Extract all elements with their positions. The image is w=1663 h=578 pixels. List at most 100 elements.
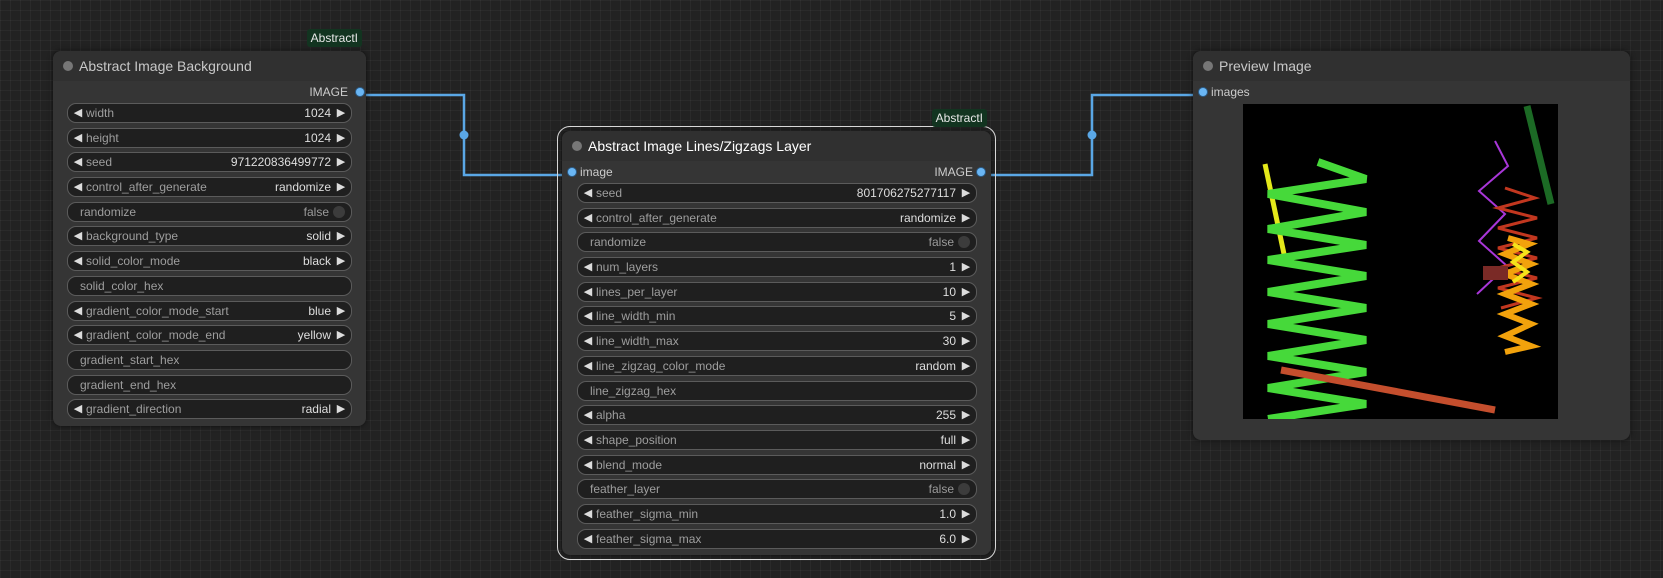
increment-arrow-icon[interactable]: ▶ [334, 227, 348, 245]
widget-label: lines_per_layer [596, 284, 678, 299]
widget-solid-color-mode[interactable]: ◀ solid_color_mode black ▶ [67, 251, 352, 272]
increment-arrow-icon[interactable]: ▶ [959, 332, 973, 350]
widget-label: feather_sigma_min [596, 506, 699, 521]
widget-seed[interactable]: ◀ seed 971220836499772 ▶ [67, 152, 352, 173]
increment-arrow-icon[interactable]: ▶ [959, 505, 973, 523]
collapse-dot-icon[interactable] [1203, 61, 1213, 71]
widget-line-zigzag-color-mode[interactable]: ◀ line_zigzag_color_mode random ▶ [577, 355, 977, 376]
decrement-arrow-icon[interactable]: ◀ [71, 153, 85, 171]
decrement-arrow-icon[interactable]: ◀ [581, 307, 595, 325]
increment-arrow-icon[interactable]: ▶ [334, 400, 348, 418]
increment-arrow-icon[interactable]: ▶ [334, 252, 348, 270]
collapse-dot-icon[interactable] [572, 141, 582, 151]
increment-arrow-icon[interactable]: ▶ [959, 209, 973, 227]
widget-num-layers[interactable]: ◀ num_layers 1 ▶ [577, 257, 977, 278]
decrement-arrow-icon[interactable]: ◀ [71, 326, 85, 344]
widget-gradient-color-mode-end[interactable]: ◀ gradient_color_mode_end yellow ▶ [67, 325, 352, 346]
widget-control-after-generate[interactable]: ◀ control_after_generate randomize ▶ [577, 207, 977, 228]
preview-image[interactable] [1243, 104, 1558, 423]
widget-label: gradient_direction [86, 402, 182, 417]
widget-randomize[interactable]: randomize false [67, 201, 352, 222]
decrement-arrow-icon[interactable]: ◀ [581, 431, 595, 449]
decrement-arrow-icon[interactable]: ◀ [581, 530, 595, 548]
toggle-knob-icon[interactable] [958, 483, 970, 496]
increment-arrow-icon[interactable]: ▶ [334, 153, 348, 171]
node-header[interactable]: Abstract Image Lines/Zigzags Layer [562, 131, 991, 161]
increment-arrow-icon[interactable]: ▶ [959, 530, 973, 548]
widget-control-after-generate[interactable]: ◀ control_after_generate randomize ▶ [67, 177, 352, 198]
decrement-arrow-icon[interactable]: ◀ [581, 456, 595, 474]
decrement-arrow-icon[interactable]: ◀ [71, 227, 85, 245]
decrement-arrow-icon[interactable]: ◀ [581, 332, 595, 350]
widget-solid-color-hex[interactable]: solid_color_hex [67, 275, 352, 296]
decrement-arrow-icon[interactable]: ◀ [581, 258, 595, 276]
decrement-arrow-icon[interactable]: ◀ [581, 406, 595, 424]
increment-arrow-icon[interactable]: ▶ [334, 302, 348, 320]
increment-arrow-icon[interactable]: ▶ [959, 184, 973, 202]
link-midpoint[interactable] [459, 130, 469, 140]
widget-label: line_width_max [596, 334, 679, 349]
widget-height[interactable]: ◀ height 1024 ▶ [67, 127, 352, 148]
node-header[interactable]: Preview Image [1193, 51, 1630, 81]
decrement-arrow-icon[interactable]: ◀ [71, 400, 85, 418]
output-slot-icon[interactable] [356, 88, 364, 96]
decrement-arrow-icon[interactable]: ◀ [71, 104, 85, 122]
increment-arrow-icon[interactable]: ▶ [959, 456, 973, 474]
decrement-arrow-icon[interactable]: ◀ [71, 252, 85, 270]
decrement-arrow-icon[interactable]: ◀ [71, 302, 85, 320]
decrement-arrow-icon[interactable]: ◀ [71, 129, 85, 147]
widget-label: feather_layer [590, 482, 661, 497]
decrement-arrow-icon[interactable]: ◀ [581, 184, 595, 202]
widget-label: solid_color_mode [86, 254, 181, 269]
widget-gradient-start-hex[interactable]: gradient_start_hex [67, 349, 352, 370]
decrement-arrow-icon[interactable]: ◀ [71, 178, 85, 196]
increment-arrow-icon[interactable]: ▶ [334, 326, 348, 344]
widget-value: 971220836499772 [230, 155, 331, 170]
increment-arrow-icon[interactable]: ▶ [959, 258, 973, 276]
increment-arrow-icon[interactable]: ▶ [959, 357, 973, 375]
widget-width[interactable]: ◀ width 1024 ▶ [67, 103, 352, 123]
generated-abstract-image [1262, 105, 1555, 423]
widget-feather-sigma-min[interactable]: ◀ feather_sigma_min 1.0 ▶ [577, 503, 977, 524]
widget-blend-mode[interactable]: ◀ blend_mode normal ▶ [577, 454, 977, 475]
widget-seed[interactable]: ◀ seed 801706275277117 ▶ [577, 183, 977, 203]
widget-feather-sigma-max[interactable]: ◀ feather_sigma_max 6.0 ▶ [577, 528, 977, 549]
increment-arrow-icon[interactable]: ▶ [959, 406, 973, 424]
widget-gradient-end-hex[interactable]: gradient_end_hex [67, 374, 352, 395]
decrement-arrow-icon[interactable]: ◀ [581, 505, 595, 523]
widget-line-width-max[interactable]: ◀ line_width_max 30 ▶ [577, 331, 977, 352]
decrement-arrow-icon[interactable]: ◀ [581, 209, 595, 227]
node-preview-image[interactable]: Preview Image images [1193, 51, 1630, 440]
widget-label: gradient_color_mode_start [86, 303, 229, 318]
widget-gradient-color-mode-start[interactable]: ◀ gradient_color_mode_start blue ▶ [67, 300, 352, 321]
input-slot-icon[interactable] [1199, 88, 1207, 96]
decrement-arrow-icon[interactable]: ◀ [581, 283, 595, 301]
widget-label: blend_mode [596, 457, 663, 472]
increment-arrow-icon[interactable]: ▶ [334, 129, 348, 147]
widget-lines-per-layer[interactable]: ◀ lines_per_layer 10 ▶ [577, 281, 977, 302]
widget-line-width-min[interactable]: ◀ line_width_min 5 ▶ [577, 306, 977, 327]
collapse-dot-icon[interactable] [63, 61, 73, 71]
widget-alpha[interactable]: ◀ alpha 255 ▶ [577, 405, 977, 426]
widget-shape-position[interactable]: ◀ shape_position full ▶ [577, 429, 977, 450]
widget-feather-layer[interactable]: feather_layer false [577, 479, 977, 500]
node-abstract-image-lines-zigzags-layer[interactable]: AbstractI Abstract Image Lines/Zigzags L… [557, 109, 996, 560]
widget-value: 6.0 [939, 531, 956, 546]
node-abstract-image-background[interactable]: AbstractI Abstract Image Background IMAG… [53, 29, 366, 426]
increment-arrow-icon[interactable]: ▶ [959, 307, 973, 325]
toggle-knob-icon[interactable] [958, 236, 970, 249]
increment-arrow-icon[interactable]: ▶ [959, 283, 973, 301]
widget-gradient-direction[interactable]: ◀ gradient_direction radial ▶ [67, 399, 352, 420]
widget-line-zigzag-hex[interactable]: line_zigzag_hex [577, 380, 977, 401]
increment-arrow-icon[interactable]: ▶ [959, 431, 973, 449]
widget-randomize[interactable]: randomize false [577, 232, 977, 253]
decrement-arrow-icon[interactable]: ◀ [581, 357, 595, 375]
link-midpoint[interactable] [1087, 130, 1097, 140]
output-slot-icon[interactable] [977, 168, 985, 176]
increment-arrow-icon[interactable]: ▶ [334, 104, 348, 122]
widget-background-type[interactable]: ◀ background_type solid ▶ [67, 226, 352, 247]
toggle-knob-icon[interactable] [333, 205, 345, 218]
input-slot-icon[interactable] [568, 168, 576, 176]
increment-arrow-icon[interactable]: ▶ [334, 178, 348, 196]
node-header[interactable]: Abstract Image Background [53, 51, 366, 81]
